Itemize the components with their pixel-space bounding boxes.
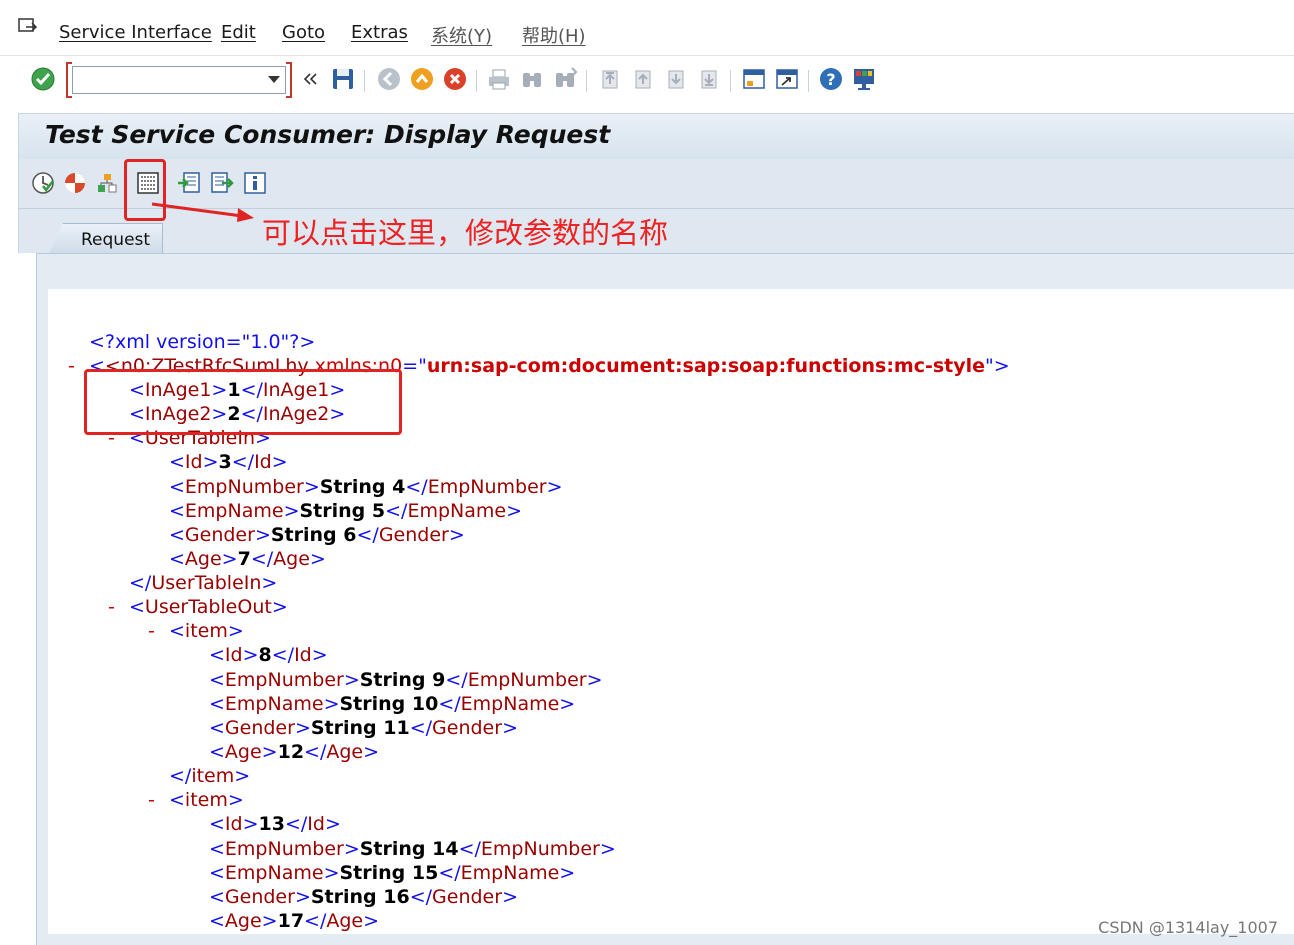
next-page-icon[interactable]: [663, 66, 689, 92]
hierarchy-icon[interactable]: [95, 171, 119, 195]
menu-edit[interactable]: Edit: [221, 22, 256, 43]
back-icon[interactable]: [376, 66, 402, 92]
title-bar: Test Service Consumer: Display Request: [18, 113, 1294, 159]
command-input[interactable]: [72, 66, 286, 94]
xml-empnumber: <EmpNumber>String 4</EmpNumber>: [169, 476, 563, 498]
xml-empname: <EmpName>String 15</EmpName>: [209, 862, 576, 884]
xml-item-close: </item>: [169, 765, 251, 787]
menu-help[interactable]: 帮助(H): [522, 22, 586, 48]
menu-system[interactable]: 系统(Y): [431, 22, 492, 48]
command-field-bracket-right: [286, 62, 292, 98]
exit-icon[interactable]: [409, 66, 435, 92]
standard-toolbar: ?: [0, 56, 1294, 102]
toolbar-separator: [730, 70, 731, 92]
collapse-icon[interactable]: [301, 66, 319, 92]
xml-usertableout-open[interactable]: <UserTableOut>: [129, 595, 288, 619]
xml-item-open[interactable]: <item>: [169, 619, 244, 643]
help-icon[interactable]: ?: [818, 66, 844, 92]
watermark: CSDN @1314lay_1007: [1098, 918, 1278, 937]
toolbar-separator: [586, 70, 587, 92]
create-shortcut-icon[interactable]: [774, 66, 800, 92]
svg-text:?: ?: [826, 70, 835, 89]
debug-icon[interactable]: [63, 171, 87, 195]
chevron-down-icon[interactable]: [268, 76, 280, 84]
toolbar-separator: [476, 70, 477, 92]
toolbar-separator: [364, 70, 365, 92]
menu-extras[interactable]: Extras: [351, 22, 408, 43]
create-session-icon[interactable]: [741, 66, 767, 92]
execute-icon[interactable]: [31, 171, 55, 195]
enter-icon[interactable]: [30, 66, 56, 92]
find-next-icon[interactable]: [552, 66, 578, 92]
customize-layout-icon[interactable]: [851, 66, 877, 92]
collapse-toggle[interactable]: -: [68, 354, 75, 378]
find-icon[interactable]: [519, 66, 545, 92]
xml-gender: <Gender>String 11</Gender>: [209, 717, 518, 739]
import-icon[interactable]: [177, 171, 201, 195]
cancel-icon[interactable]: [442, 66, 468, 92]
print-icon[interactable]: [486, 66, 512, 92]
annotation-text: 可以点击这里，修改参数的名称: [262, 216, 669, 250]
menu-service-interface[interactable]: Service Interface: [59, 22, 212, 43]
menu-toggle-icon[interactable]: [18, 18, 38, 36]
xml-empnumber: <EmpNumber>String 9</EmpNumber>: [209, 669, 603, 691]
collapse-toggle[interactable]: -: [108, 595, 115, 619]
xml-gender: <Gender>String 6</Gender>: [169, 524, 465, 546]
xml-item-open[interactable]: <item>: [169, 788, 244, 812]
xml-empnumber: <EmpNumber>String 14</EmpNumber>: [209, 838, 616, 860]
tab-request[interactable]: Request: [49, 223, 163, 254]
save-icon[interactable]: [330, 66, 356, 92]
page-title: Test Service Consumer: Display Request: [45, 120, 611, 149]
xml-age: <Age>12</Age>: [209, 741, 380, 763]
xml-id: <Id>3</Id>: [169, 451, 288, 473]
xml-usertablein-close: </UserTableIn>: [129, 572, 278, 594]
xml-age: <Age>7</Age>: [169, 548, 326, 570]
first-page-icon[interactable]: [597, 66, 623, 92]
last-page-icon[interactable]: [696, 66, 722, 92]
menu-bar: Service Interface Edit Goto Extras 系统(Y)…: [0, 0, 1294, 56]
export-icon[interactable]: [210, 171, 234, 195]
xml-gender: <Gender>String 16</Gender>: [209, 886, 518, 908]
menu-goto[interactable]: Goto: [282, 22, 325, 43]
collapse-toggle[interactable]: -: [148, 619, 155, 643]
toolbar-separator: [808, 70, 809, 92]
xml-id: <Id>8</Id>: [209, 644, 328, 666]
annotation-arrow: [151, 202, 254, 222]
xml-empname: <EmpName>String 10</EmpName>: [209, 693, 576, 715]
tab-request-label: Request: [81, 230, 151, 250]
xml-declaration: <?xml version="1.0"?>: [89, 331, 316, 353]
xml-empname: <EmpName>String 5</EmpName>: [169, 500, 522, 522]
xml-age: <Age>17</Age>: [209, 910, 380, 932]
collapse-toggle[interactable]: -: [148, 788, 155, 812]
annotation-highlight-parameters: [84, 369, 402, 435]
command-field: [66, 62, 292, 98]
previous-page-icon[interactable]: [630, 66, 656, 92]
info-icon[interactable]: [243, 171, 267, 195]
xml-id: <Id>13</Id>: [209, 813, 341, 835]
